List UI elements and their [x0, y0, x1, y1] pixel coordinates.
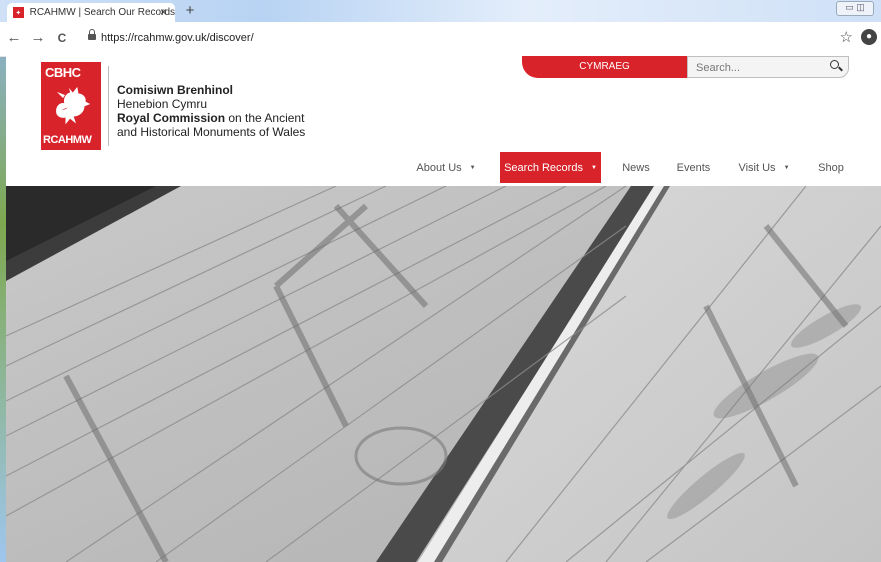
nav-item-news-label: News	[622, 161, 650, 174]
forward-icon[interactable]: →	[28, 28, 48, 48]
nav-item-shop[interactable]: Shop	[811, 152, 851, 183]
nav-item-events-label: Events	[676, 161, 711, 174]
address-bar[interactable]: https://rcahmw.gov.uk/discover/	[101, 32, 254, 44]
nav-item-news[interactable]: News	[616, 152, 656, 183]
back-icon[interactable]: ←	[4, 28, 24, 48]
logo-text-bottom: RCAHMW	[43, 134, 92, 146]
chevron-down-icon: ▼	[590, 164, 597, 171]
nav-item-search-records[interactable]: Search Records ▼	[500, 152, 601, 183]
org-name-english-line2: and Historical Monuments of Wales	[117, 125, 306, 139]
search-icon[interactable]	[830, 60, 840, 70]
web-page: CBHC RCAHMW Comisiwn Brenhinol Henebion …	[6, 56, 881, 562]
chevron-down-icon: ▼	[783, 164, 790, 171]
org-name-welsh-sub: Henebion Cymru	[117, 97, 208, 111]
logo-text-top: CBHC	[45, 65, 81, 80]
org-name-rest: on the Ancient	[225, 111, 305, 125]
browser-tab-bar: ✦ RCAHMW | Search Our Records × + ▭ ◫	[0, 0, 881, 22]
nav-item-visit-label: Visit Us	[738, 161, 776, 174]
lock-icon	[88, 29, 96, 41]
logo-divider	[108, 66, 109, 146]
organisation-name: Comisiwn Brenhinol Henebion Cymru Royal …	[117, 83, 305, 139]
profile-icon[interactable]: ●	[861, 29, 877, 45]
nav-item-about[interactable]: About Us ▼	[412, 152, 480, 183]
org-name-bold: Royal Commission	[117, 111, 226, 125]
reload-icon[interactable]: C	[52, 28, 72, 48]
site-search	[687, 56, 849, 78]
tab-title: RCAHMW | Search Our Records	[29, 7, 175, 18]
tab-close-icon[interactable]: ×	[160, 5, 167, 19]
browser-tab[interactable]: ✦ RCAHMW | Search Our Records ×	[7, 3, 175, 22]
window-controls[interactable]: ▭ ◫	[836, 1, 874, 16]
nav-item-events[interactable]: Events	[671, 152, 716, 183]
nav-item-search-records-label: Search Records	[504, 161, 583, 174]
hero-aerial-photo	[6, 186, 881, 562]
new-tab-button[interactable]: +	[180, 3, 200, 19]
nav-item-visit[interactable]: Visit Us ▼	[733, 152, 795, 183]
search-input[interactable]	[694, 59, 823, 77]
org-name-english-line1: Royal Commission on the Ancient	[117, 111, 305, 125]
aerial-field-image	[6, 186, 881, 562]
chevron-down-icon: ▼	[469, 164, 476, 171]
nav-item-about-label: About Us	[416, 161, 462, 174]
browser-toolbar: ← → C https://rcahmw.gov.uk/discover/ ☆ …	[0, 22, 881, 57]
nav-item-shop-label: Shop	[818, 161, 844, 174]
rcahmw-logo[interactable]: CBHC RCAHMW	[41, 62, 101, 150]
favicon-icon: ✦	[13, 7, 24, 18]
org-name-welsh: Comisiwn Brenhinol	[117, 83, 234, 97]
language-toggle-button[interactable]: CYMRAEG	[522, 56, 687, 78]
bookmark-star-icon[interactable]: ☆	[840, 28, 853, 46]
welsh-dragon-icon	[56, 86, 91, 125]
